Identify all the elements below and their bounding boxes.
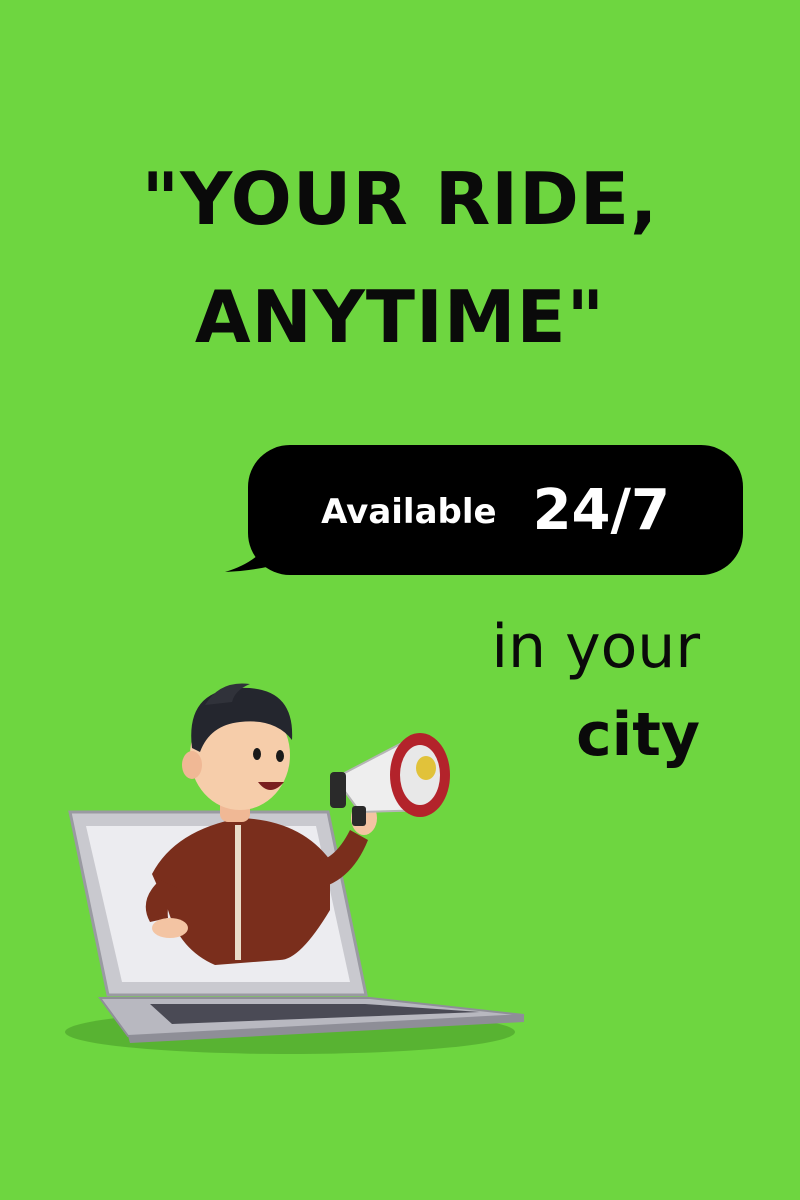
promo-illustration [65,683,525,1054]
headline-line-1: "YOUR RIDE, [141,157,659,241]
bubble-content: Available 24/7 [248,445,743,575]
headline-line-2: ANYTIME" [194,275,606,359]
tagline-line-2: city [576,700,700,770]
speech-bubble: Available 24/7 [215,440,755,580]
availability-hours: 24/7 [532,477,670,543]
headline: "YOUR RIDE, ANYTIME" [0,140,800,376]
megaphone-icon [330,733,450,826]
availability-label: Available [321,492,497,532]
